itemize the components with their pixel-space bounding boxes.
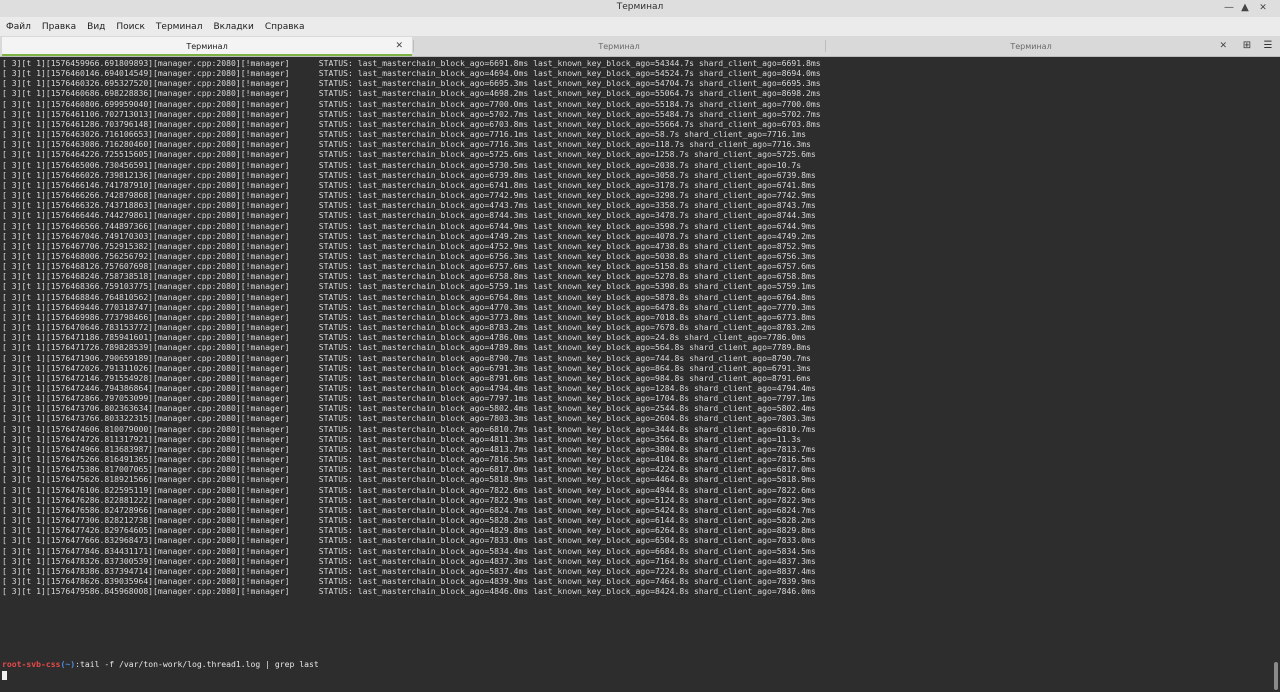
- tab-terminal-2[interactable]: Терминал: [414, 37, 824, 56]
- terminal-line: [ 3][t 1][1576468846.764810562][manager.…: [2, 291, 816, 302]
- tab-label: Терминал: [186, 42, 228, 51]
- terminal-line: [ 3][t 1][1576474606.810079000][manager.…: [2, 423, 816, 434]
- terminal-line: [ 3][t 1][1576476286.822881222][manager.…: [2, 494, 816, 505]
- new-tab-icon[interactable]: ⊞: [1240, 39, 1254, 53]
- terminal-line: [ 3][t 1][1576466566.744897366][manager.…: [2, 220, 816, 231]
- prompt-path: (~): [60, 659, 76, 669]
- terminal-area[interactable]: [ 3][t 1][1576459966.691809893][manager.…: [0, 57, 1280, 692]
- terminal-line: [ 3][t 1][1576460326.695327520][manager.…: [2, 78, 821, 89]
- terminal-line: [ 3][t 1][1576471906.790659189][manager.…: [2, 352, 811, 363]
- menu-terminal[interactable]: Терминал: [150, 22, 208, 32]
- menu-search[interactable]: Поиск: [110, 22, 150, 32]
- terminal-line: [ 3][t 1][1576463086.716280460][manager.…: [2, 139, 811, 150]
- tab-close-icon[interactable]: ✕: [395, 37, 403, 56]
- terminal-line: [ 3][t 1][1576473706.802363634][manager.…: [2, 403, 816, 414]
- menu-edit[interactable]: Правка: [36, 22, 81, 32]
- minimize-icon[interactable]: —: [1222, 1, 1236, 15]
- menu-view[interactable]: Вид: [81, 22, 110, 32]
- terminal-line: [ 3][t 1][1576472446.794386864][manager.…: [2, 383, 816, 393]
- maximize-icon[interactable]: ▲: [1238, 1, 1252, 15]
- menu-help[interactable]: Справка: [259, 22, 310, 32]
- menu-bar: Файл Правка Вид Поиск Терминал Вкладки С…: [0, 17, 1280, 36]
- terminal-line: [ 3][t 1][1576468006.756256792][manager.…: [2, 250, 816, 261]
- terminal-line: [ 3][t 1][1576459966.691809893][manager.…: [2, 58, 821, 68]
- text-cursor: [2, 671, 7, 680]
- terminal-line: [ 3][t 1][1576460146.694014549][manager.…: [2, 68, 821, 79]
- terminal-line: [ 3][t 1][1576466146.741787910][manager.…: [2, 179, 816, 190]
- terminal-line: [ 3][t 1][1576469446.770318747][manager.…: [2, 301, 816, 312]
- terminal-line: [ 3][t 1][1576478386.837394714][manager.…: [2, 565, 816, 576]
- terminal-line: [ 3][t 1][1576475626.818921566][manager.…: [2, 474, 816, 485]
- terminal-line: [ 3][t 1][1576470646.783153772][manager.…: [2, 322, 816, 333]
- menu-tabs[interactable]: Вкладки: [207, 22, 258, 32]
- terminal-line: [ 3][t 1][1576472866.797053099][manager.…: [2, 393, 816, 404]
- terminal-line: [ 3][t 1][1576471186.785941601][manager.…: [2, 332, 807, 343]
- terminal-line: [ 3][t 1][1576476586.824728966][manager.…: [2, 504, 816, 515]
- terminal-line: [ 3][t 1][1576466266.742879868][manager.…: [2, 190, 816, 201]
- close-icon[interactable]: ✕: [1256, 1, 1270, 15]
- terminal-line: [ 3][t 1][1576475386.817007065][manager.…: [2, 464, 816, 475]
- terminal-line: [ 3][t 1][1576466326.743718863][manager.…: [2, 200, 816, 211]
- terminal-line: [ 3][t 1][1576474966.813683987][manager.…: [2, 443, 816, 454]
- terminal-line: [ 3][t 1][1576478626.839035964][manager.…: [2, 575, 816, 586]
- tab-bar: Терминал ✕ Терминал Терминал ✕ ⊞ ☰: [0, 36, 1280, 57]
- terminal-line: [ 3][t 1][1576468246.758738518][manager.…: [2, 271, 816, 282]
- terminal-line: [ 3][t 1][1576461286.703796148][manager.…: [2, 118, 821, 129]
- terminal-line: [ 3][t 1][1576468126.757607698][manager.…: [2, 261, 816, 272]
- terminal-line: [ 3][t 1][1576466446.744279861][manager.…: [2, 210, 816, 221]
- shell-prompt: root-svb-css(~):tail -f /var/ton-work/lo…: [2, 659, 319, 669]
- menu-file[interactable]: Файл: [0, 22, 36, 32]
- prompt-user-host: root-svb-css: [2, 659, 61, 669]
- terminal-line: [ 3][t 1][1576465006.730456591][manager.…: [2, 159, 802, 170]
- title-bar: Терминал — ▲ ✕: [0, 0, 1280, 18]
- tab-label: Терминал: [1010, 42, 1052, 51]
- tab-close-icon[interactable]: ✕: [1219, 37, 1227, 56]
- terminal-line: [ 3][t 1][1576477306.828212738][manager.…: [2, 515, 816, 526]
- terminal-line: [ 3][t 1][1576477846.834431171][manager.…: [2, 545, 816, 556]
- terminal-line: [ 3][t 1][1576476106.822595119][manager.…: [2, 484, 816, 495]
- tab-terminal-1[interactable]: Терминал ✕: [2, 37, 412, 56]
- terminal-line: [ 3][t 1][1576477426.829764605][manager.…: [2, 525, 816, 536]
- terminal-line: [ 3][t 1][1576471726.789828539][manager.…: [2, 342, 811, 353]
- terminal-line: [ 3][t 1][1576460686.698228836][manager.…: [2, 88, 821, 99]
- hamburger-icon[interactable]: ☰: [1261, 39, 1275, 53]
- terminal-line: [ 3][t 1][1576463026.716106653][manager.…: [2, 129, 807, 140]
- window-title: Терминал: [616, 2, 664, 12]
- terminal-output: [ 3][t 1][1576459966.691809893][manager.…: [2, 58, 821, 596]
- terminal-line: [ 3][t 1][1576474726.811317921][manager.…: [2, 433, 802, 444]
- terminal-line: [ 3][t 1][1576472026.791311026][manager.…: [2, 362, 811, 373]
- tab-terminal-3[interactable]: Терминал ✕: [826, 37, 1236, 56]
- prompt-command: tail -f /var/ton-work/log.thread1.log | …: [79, 659, 319, 669]
- scrollbar-thumb[interactable]: [1274, 662, 1278, 690]
- tab-label: Терминал: [598, 42, 640, 51]
- terminal-line: [ 3][t 1][1576460806.699959040][manager.…: [2, 98, 821, 109]
- terminal-line: [ 3][t 1][1576477666.832968473][manager.…: [2, 535, 816, 546]
- terminal-line: [ 3][t 1][1576468366.759103775][manager.…: [2, 281, 816, 292]
- terminal-line: [ 3][t 1][1576475266.816491365][manager.…: [2, 454, 816, 465]
- terminal-line: [ 3][t 1][1576472146.791554928][manager.…: [2, 372, 811, 383]
- terminal-line: [ 3][t 1][1576479586.845968008][manager.…: [2, 586, 816, 597]
- terminal-line: [ 3][t 1][1576461106.702713013][manager.…: [2, 108, 821, 119]
- terminal-line: [ 3][t 1][1576464226.725515605][manager.…: [2, 149, 816, 160]
- terminal-line: [ 3][t 1][1576469986.773798466][manager.…: [2, 311, 816, 322]
- terminal-line: [ 3][t 1][1576467046.749170303][manager.…: [2, 230, 816, 241]
- terminal-line: [ 3][t 1][1576478326.837300539][manager.…: [2, 555, 816, 566]
- terminal-line: [ 3][t 1][1576473766.803322315][manager.…: [2, 413, 816, 424]
- terminal-line: [ 3][t 1][1576466026.739812136][manager.…: [2, 169, 816, 180]
- terminal-line: [ 3][t 1][1576467706.752915382][manager.…: [2, 240, 816, 251]
